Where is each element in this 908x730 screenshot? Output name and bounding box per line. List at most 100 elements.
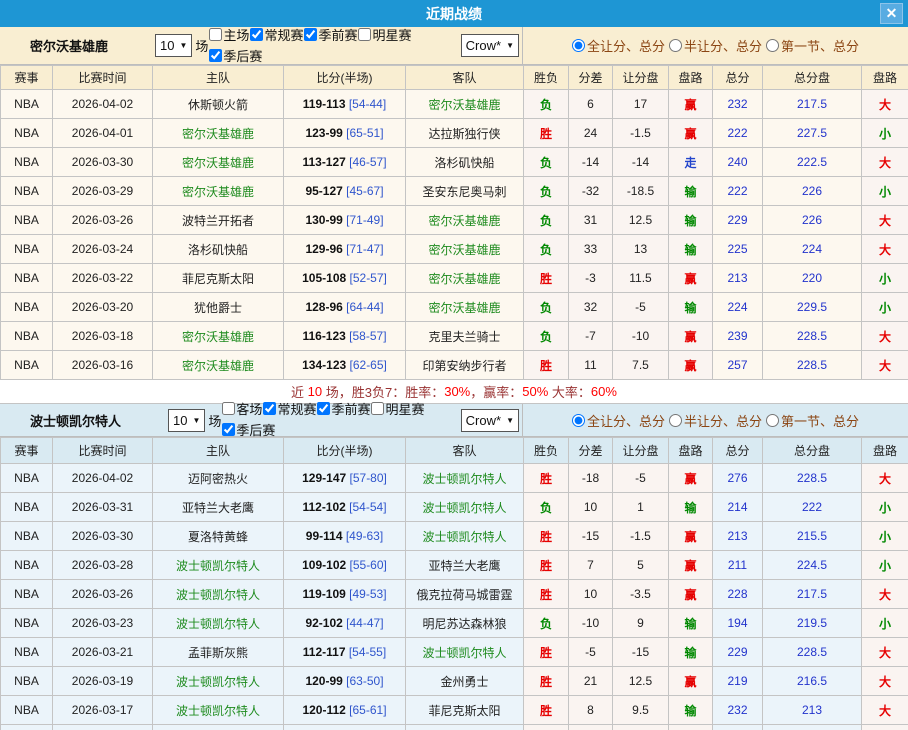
checkbox-input[interactable] [263, 402, 276, 415]
source-select[interactable]: Crow* ▼ [461, 34, 519, 57]
cell-total_result: 大 [862, 322, 908, 351]
cell-handicap_result: 输 [669, 235, 713, 264]
cell-home: 休斯顿火箭 [153, 90, 284, 119]
cell-handicap: -10 [613, 322, 669, 351]
cell-result: 负 [524, 235, 569, 264]
cell-score: 129-96 [71-47] [284, 235, 406, 264]
cell-result: 负 [524, 90, 569, 119]
radio-input[interactable] [572, 414, 585, 427]
window-title: 近期战绩 [426, 4, 482, 24]
col-header-league: 赛事 [1, 66, 53, 90]
cell-handicap: -18.5 [613, 177, 669, 206]
cell-handicap_result: 赢 [669, 464, 713, 493]
close-button[interactable]: ✕ [880, 3, 903, 24]
handicap-type-radio[interactable]: 全让分、总分 [572, 411, 665, 430]
cell-handicap_result: 赢 [669, 119, 713, 148]
col-header-date: 比赛时间 [53, 66, 153, 90]
checkbox-input[interactable] [250, 28, 263, 41]
filter-checkbox-主场[interactable]: 主场 [208, 25, 249, 44]
handicap-type-radio[interactable]: 全让分、总分 [572, 36, 665, 55]
cell-league: NBA [1, 206, 53, 235]
checkbox-input[interactable] [222, 402, 235, 415]
filter-checkbox-客场[interactable]: 客场 [221, 399, 262, 418]
checkbox-label: 季后赛 [223, 46, 262, 65]
cell-diff: 7 [569, 551, 613, 580]
cell-score: 112-117 [54-55] [284, 638, 406, 667]
cell-total: 225 [713, 235, 763, 264]
checkbox-input[interactable] [358, 28, 371, 41]
checkbox-input[interactable] [317, 402, 330, 415]
table-row: NBA2026-04-02迈阿密热火129-147 [57-80]波士顿凯尔特人… [1, 464, 908, 493]
table-row: NBA2026-03-26波特兰开拓者130-99 [71-49]密尔沃基雄鹿负… [1, 206, 908, 235]
close-icon: ✕ [886, 5, 898, 21]
cell-date: 2026-03-31 [53, 493, 153, 522]
filter-checkbox-季后赛[interactable]: 季后赛 [221, 420, 275, 439]
cell-handicap: -5 [613, 293, 669, 322]
cell-total_line: 226 [763, 206, 862, 235]
cell-total_result: 大 [862, 235, 908, 264]
cell-score: 116-123 [58-57] [284, 322, 406, 351]
cell-away: 密尔沃基雄鹿 [406, 90, 524, 119]
cell-total_line: 224 [763, 235, 862, 264]
cell-league: NBA [1, 264, 53, 293]
radio-input[interactable] [669, 39, 682, 52]
table-row: NBA2026-03-15波士顿凯尔特人111-100 [64-41]华盛顿奇才… [1, 725, 908, 730]
table-row: NBA2026-03-20犹他爵士128-96 [64-44]密尔沃基雄鹿负32… [1, 293, 908, 322]
cell-score: 95-127 [45-67] [284, 177, 406, 206]
filter-checkbox-季前赛[interactable]: 季前赛 [303, 25, 357, 44]
games-count-select[interactable]: 10 ▼ [155, 34, 192, 57]
col-header-total: 总分 [713, 438, 763, 464]
checkbox-label: 客场 [236, 399, 262, 418]
table-row: NBA2026-03-16密尔沃基雄鹿134-123 [62-65]印第安纳步行… [1, 351, 908, 380]
cell-away: 亚特兰大老鹰 [406, 551, 524, 580]
cell-away: 波士顿凯尔特人 [406, 522, 524, 551]
handicap-type-radio[interactable]: 半让分、总分 [669, 36, 762, 55]
handicap-type-radio[interactable]: 第一节、总分 [766, 411, 859, 430]
cell-total_result: 小 [862, 522, 908, 551]
cell-handicap: -15 [613, 638, 669, 667]
cell-total_result: 大 [862, 148, 908, 177]
cell-result: 胜 [524, 551, 569, 580]
radio-input[interactable] [572, 39, 585, 52]
cell-total: 213 [713, 264, 763, 293]
chevron-down-icon: ▼ [506, 416, 514, 425]
cell-result: 胜 [524, 580, 569, 609]
radio-input[interactable] [766, 39, 779, 52]
cell-handicap: 12.5 [613, 667, 669, 696]
table-row: NBA2026-03-28波士顿凯尔特人109-102 [55-60]亚特兰大老… [1, 551, 908, 580]
handicap-type-radio-group: 全让分、总分半让分、总分第一节、总分 [523, 404, 908, 436]
checkbox-input[interactable] [304, 28, 317, 41]
radio-input[interactable] [766, 414, 779, 427]
cell-score: 119-109 [49-53] [284, 580, 406, 609]
cell-total_result: 小 [862, 551, 908, 580]
filter-checkbox-明星赛[interactable]: 明星赛 [357, 25, 411, 44]
cell-score: 128-96 [64-44] [284, 293, 406, 322]
cell-date: 2026-03-29 [53, 177, 153, 206]
cell-league: NBA [1, 148, 53, 177]
games-count-select[interactable]: 10 ▼ [168, 409, 205, 432]
cell-date: 2026-03-28 [53, 551, 153, 580]
checkbox-input[interactable] [209, 28, 222, 41]
cell-date: 2026-03-17 [53, 696, 153, 725]
source-select[interactable]: Crow* ▼ [461, 409, 519, 432]
cell-home: 波士顿凯尔特人 [153, 580, 284, 609]
cell-league: NBA [1, 90, 53, 119]
cell-league: NBA [1, 696, 53, 725]
checkbox-label: 季后赛 [236, 420, 275, 439]
handicap-type-radio[interactable]: 半让分、总分 [669, 411, 762, 430]
col-header-total: 总分 [713, 66, 763, 90]
cell-total_result: 大 [862, 580, 908, 609]
handicap-type-radio[interactable]: 第一节、总分 [766, 36, 859, 55]
checkbox-input[interactable] [222, 423, 235, 436]
filter-checkbox-明星赛[interactable]: 明星赛 [370, 399, 424, 418]
cell-home: 波士顿凯尔特人 [153, 725, 284, 730]
filter-checkbox-季前赛[interactable]: 季前赛 [316, 399, 370, 418]
checkbox-input[interactable] [371, 402, 384, 415]
filter-checkbox-季后赛[interactable]: 季后赛 [208, 46, 262, 65]
radio-input[interactable] [669, 414, 682, 427]
filter-checkbox-常规赛[interactable]: 常规赛 [262, 399, 316, 418]
checkbox-input[interactable] [209, 49, 222, 62]
col-header-date: 比赛时间 [53, 438, 153, 464]
filter-checkbox-常规赛[interactable]: 常规赛 [249, 25, 303, 44]
cell-home: 波士顿凯尔特人 [153, 696, 284, 725]
